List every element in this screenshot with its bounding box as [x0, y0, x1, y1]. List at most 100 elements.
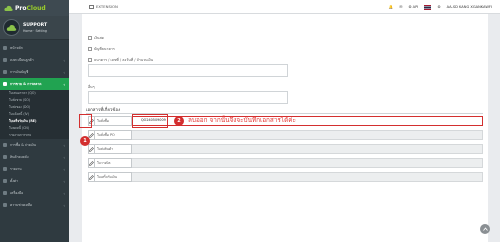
doc-input[interactable] [132, 158, 483, 168]
highlight-box-2 [132, 114, 168, 128]
doc-input[interactable] [132, 130, 483, 140]
sidebar-item-tools[interactable]: เครื่องมือ ‹ [0, 187, 69, 199]
annotation-number-1: 1 [80, 136, 90, 146]
checkbox[interactable] [88, 47, 92, 51]
sidebar-item-label: การซื้อ & จ่ายเงิน [10, 142, 36, 147]
notes-input[interactable] [88, 91, 288, 104]
sidebar-submenu: ใบเสนอราคา (QO) ใบสั่งขาย (SO) ใบส่งของ … [0, 90, 69, 139]
sidebar: ProCloud SUPPORT Home · Setting หน้าหลัก… [0, 0, 69, 242]
annotation-number-2: 2 [174, 116, 184, 126]
sidebar-subitem-invoice[interactable]: ใบแจ้งหนี้ (IV) [0, 111, 69, 118]
sidebar-item-sales[interactable]: การขาย & การตลาด ‹ [0, 78, 69, 90]
profile-name: SUPPORT [23, 22, 48, 28]
tool-icon [3, 191, 7, 195]
home-icon [3, 46, 7, 50]
checkbox[interactable] [88, 58, 92, 62]
basket-icon [3, 143, 7, 147]
extension-label: EXTENSION [96, 4, 118, 9]
doc-row-billing: ใบวางบิล [88, 158, 483, 168]
sidebar-item-customers[interactable]: ลงทะเบียนลูกค้า ‹ [0, 54, 69, 66]
avatar [3, 19, 20, 36]
brand-name: ProCloud [15, 4, 46, 12]
edit-icon [89, 146, 94, 152]
doc-input[interactable] [132, 116, 483, 126]
checkbox-cash[interactable]: เงินสด [88, 35, 104, 41]
sidebar-item-reports[interactable]: รายงาน ‹ [0, 163, 69, 175]
doc-label: ใบวางบิล [95, 158, 132, 168]
doc-checkbox[interactable] [88, 158, 95, 168]
checkbox-label: เงินสด [94, 36, 104, 40]
sidebar-item-label: หน้าหลัก [10, 45, 23, 50]
doc-label: ใบสั่งซื้อ [95, 116, 132, 126]
api-label: API [412, 5, 419, 9]
brand-logo: ProCloud [4, 5, 46, 12]
brand[interactable]: ProCloud [0, 0, 69, 16]
profile-subtitle[interactable]: Home · Setting [23, 29, 47, 33]
checkbox-label: บัญชีธนาคาร [94, 47, 115, 51]
cloud-icon [4, 5, 13, 11]
chevron-down-icon: ‹ [63, 81, 65, 87]
api-menu[interactable]: ⚙ API [408, 5, 418, 9]
help-icon [3, 203, 7, 207]
sidebar-subitem-delivery-order[interactable]: ใบส่งของ (DO) [0, 104, 69, 111]
checkbox-bank-account[interactable]: บัญชีธนาคาร [88, 46, 115, 52]
edit-icon [89, 132, 94, 138]
sidebar-item-accounting[interactable]: การเงินบัญชี ‹ [0, 66, 69, 78]
sidebar-item-label: สินค้าคงคลัง [10, 154, 29, 159]
sidebar-item-home[interactable]: หน้าหลัก [0, 42, 69, 54]
chevron-left-icon: ‹ [63, 57, 65, 63]
scroll-top-button[interactable] [480, 224, 490, 234]
doc-checkbox[interactable] [88, 144, 95, 154]
chevron-left-icon: ‹ [63, 202, 65, 208]
box-icon [3, 155, 7, 159]
gear-icon: ⚙ [408, 5, 412, 9]
mail-icon[interactable]: ✉ [399, 5, 402, 9]
chevron-left-icon: ‹ [63, 178, 65, 184]
notes-label: อื่นๆ [88, 85, 95, 89]
sidebar-item-inventory[interactable]: สินค้าคงคลัง ‹ [0, 151, 69, 163]
sidebar-item-purchasing[interactable]: การซื้อ & จ่ายเงิน ‹ [0, 139, 69, 151]
thai-flag-icon[interactable] [424, 4, 432, 10]
sidebar-subitem-quotation[interactable]: ใบเสนอราคา (QO) [0, 90, 69, 97]
doc-checkbox[interactable] [88, 172, 95, 182]
settings-icon[interactable]: ⚙ [437, 5, 440, 9]
doc-input[interactable] [132, 172, 483, 182]
sidebar-item-label: เครื่องมือ [10, 190, 24, 195]
user-name[interactable]: AA-SD KANG XGANKAWFI [447, 5, 492, 9]
bell-icon[interactable]: 🔔 [389, 5, 393, 9]
sidebar-subitem-sales-order[interactable]: ใบสั่งขาย (SO) [0, 97, 69, 104]
chevron-left-icon: ‹ [63, 154, 65, 160]
sidebar-item-label: การขาย & การตลาด [10, 81, 42, 86]
doc-row-receipt: ใบเสร็จรับเงิน [88, 172, 483, 182]
sidebar-subitem-receipt[interactable]: ใบเสร็จรับเงิน (RE) [0, 118, 69, 125]
related-documents-title: เอกสารที่เกี่ยวข้อง [86, 108, 121, 113]
chevron-up-icon [482, 227, 488, 231]
doc-row-po: ใบสั่งซื้อ PO [88, 130, 483, 140]
highlight-box-1 [79, 114, 92, 128]
monitor-icon [89, 4, 94, 9]
extension-menu[interactable]: EXTENSION [89, 4, 118, 9]
sidebar-subitem-credit-note[interactable]: ใบลดหนี้ (CN) [0, 125, 69, 132]
main-content: เงินสด บัญชีธนาคาร ธนาคาร / เลขที่ / ลงว… [79, 14, 488, 242]
checkbox[interactable] [88, 36, 92, 40]
profile: SUPPORT Home · Setting [0, 16, 69, 40]
cart-icon [3, 82, 7, 86]
edit-icon [89, 160, 94, 166]
sidebar-item-label: การเงินบัญชี [10, 69, 29, 74]
doc-label: ใบเสร็จรับเงิน [95, 172, 132, 182]
sidebar-item-help[interactable]: ความช่วยเหลือ ‹ [0, 199, 69, 211]
chart-icon [3, 167, 7, 171]
topbar: EXTENSION 🔔 ✉ ⚙ API ⚙ AA-SD KANG XGANKAW… [69, 0, 500, 14]
sidebar-item-label: ลงทะเบียนลูกค้า [10, 57, 34, 62]
sidebar-item-settings[interactable]: ตั้งค่า ‹ [0, 175, 69, 187]
topbar-right: 🔔 ✉ ⚙ API ⚙ AA-SD KANG XGANKAWFI [389, 0, 492, 14]
doc-input[interactable] [132, 144, 483, 154]
doc-label: ใบส่งสินค้า [95, 144, 132, 154]
sidebar-subitem-sales-report[interactable]: รายงานการขาย [0, 132, 69, 139]
chevron-left-icon: ‹ [63, 69, 65, 75]
instruction-note: ลบออก จากนั้นจึงจะบันทึกเอกสารได้ค่ะ [188, 116, 296, 124]
checkbox-label: ธนาคาร / เลขที่ / ลงวันที่ / จำนวนเงิน [94, 58, 154, 62]
checkbox-bank-transfer[interactable]: ธนาคาร / เลขที่ / ลงวันที่ / จำนวนเงิน [88, 57, 153, 63]
doc-label: ใบสั่งซื้อ PO [95, 130, 132, 140]
bank-detail-input[interactable] [88, 64, 288, 77]
